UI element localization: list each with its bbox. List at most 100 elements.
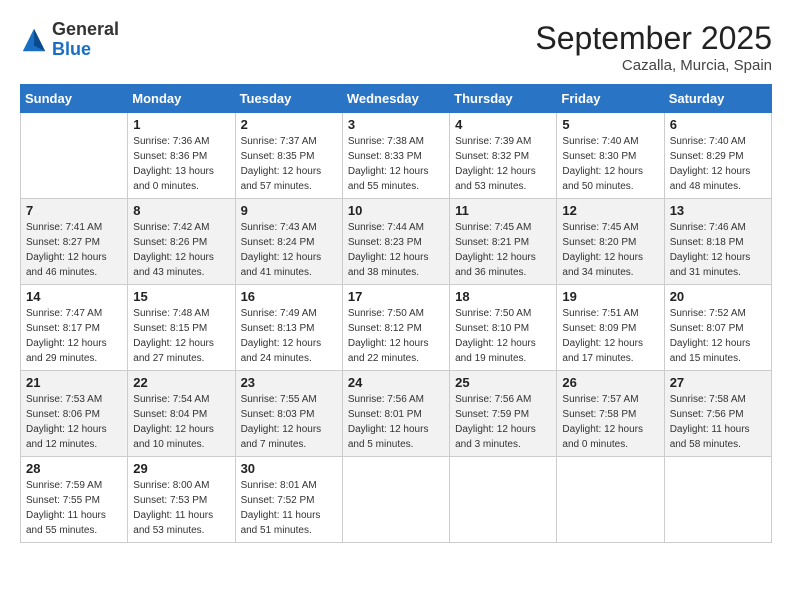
day-number: 29 xyxy=(133,461,229,476)
day-info: Sunrise: 7:46 AMSunset: 8:18 PMDaylight:… xyxy=(670,222,751,278)
header-friday: Friday xyxy=(557,85,664,113)
location: Cazalla, Murcia, Spain xyxy=(535,57,772,74)
day-info: Sunrise: 7:41 AMSunset: 8:27 PMDaylight:… xyxy=(26,222,107,278)
day-number: 2 xyxy=(241,117,337,132)
table-row: 26 Sunrise: 7:57 AMSunset: 7:58 PMDaylig… xyxy=(557,371,664,457)
day-info: Sunrise: 7:56 AMSunset: 7:59 PMDaylight:… xyxy=(455,394,536,450)
calendar-week-row: 7 Sunrise: 7:41 AMSunset: 8:27 PMDayligh… xyxy=(21,199,772,285)
day-number: 19 xyxy=(562,289,658,304)
table-row xyxy=(450,457,557,543)
day-number: 4 xyxy=(455,117,551,132)
table-row: 4 Sunrise: 7:39 AMSunset: 8:32 PMDayligh… xyxy=(450,113,557,199)
day-info: Sunrise: 7:40 AMSunset: 8:30 PMDaylight:… xyxy=(562,136,643,192)
header-sunday: Sunday xyxy=(21,85,128,113)
table-row: 24 Sunrise: 7:56 AMSunset: 8:01 PMDaylig… xyxy=(342,371,449,457)
table-row xyxy=(342,457,449,543)
day-info: Sunrise: 7:51 AMSunset: 8:09 PMDaylight:… xyxy=(562,308,643,364)
day-info: Sunrise: 7:50 AMSunset: 8:10 PMDaylight:… xyxy=(455,308,536,364)
day-number: 8 xyxy=(133,203,229,218)
day-info: Sunrise: 7:40 AMSunset: 8:29 PMDaylight:… xyxy=(670,136,751,192)
day-number: 11 xyxy=(455,203,551,218)
month-title: September 2025 xyxy=(535,20,772,57)
table-row: 21 Sunrise: 7:53 AMSunset: 8:06 PMDaylig… xyxy=(21,371,128,457)
day-info: Sunrise: 7:49 AMSunset: 8:13 PMDaylight:… xyxy=(241,308,322,364)
table-row: 11 Sunrise: 7:45 AMSunset: 8:21 PMDaylig… xyxy=(450,199,557,285)
day-info: Sunrise: 7:59 AMSunset: 7:55 PMDaylight:… xyxy=(26,480,106,536)
logo-text: General Blue xyxy=(52,20,119,60)
header-saturday: Saturday xyxy=(664,85,771,113)
day-number: 17 xyxy=(348,289,444,304)
table-row: 19 Sunrise: 7:51 AMSunset: 8:09 PMDaylig… xyxy=(557,285,664,371)
day-info: Sunrise: 7:44 AMSunset: 8:23 PMDaylight:… xyxy=(348,222,429,278)
header-thursday: Thursday xyxy=(450,85,557,113)
table-row: 23 Sunrise: 7:55 AMSunset: 8:03 PMDaylig… xyxy=(235,371,342,457)
page-header: General Blue September 2025 Cazalla, Mur… xyxy=(20,20,772,74)
day-info: Sunrise: 7:50 AMSunset: 8:12 PMDaylight:… xyxy=(348,308,429,364)
day-number: 24 xyxy=(348,375,444,390)
table-row xyxy=(21,113,128,199)
table-row: 17 Sunrise: 7:50 AMSunset: 8:12 PMDaylig… xyxy=(342,285,449,371)
table-row: 10 Sunrise: 7:44 AMSunset: 8:23 PMDaylig… xyxy=(342,199,449,285)
day-info: Sunrise: 7:48 AMSunset: 8:15 PMDaylight:… xyxy=(133,308,214,364)
day-info: Sunrise: 7:39 AMSunset: 8:32 PMDaylight:… xyxy=(455,136,536,192)
day-info: Sunrise: 7:47 AMSunset: 8:17 PMDaylight:… xyxy=(26,308,107,364)
day-number: 30 xyxy=(241,461,337,476)
calendar-week-row: 28 Sunrise: 7:59 AMSunset: 7:55 PMDaylig… xyxy=(21,457,772,543)
day-number: 22 xyxy=(133,375,229,390)
day-number: 15 xyxy=(133,289,229,304)
day-number: 26 xyxy=(562,375,658,390)
header-wednesday: Wednesday xyxy=(342,85,449,113)
table-row: 20 Sunrise: 7:52 AMSunset: 8:07 PMDaylig… xyxy=(664,285,771,371)
day-info: Sunrise: 7:56 AMSunset: 8:01 PMDaylight:… xyxy=(348,394,429,450)
table-row: 12 Sunrise: 7:45 AMSunset: 8:20 PMDaylig… xyxy=(557,199,664,285)
table-row: 8 Sunrise: 7:42 AMSunset: 8:26 PMDayligh… xyxy=(128,199,235,285)
table-row xyxy=(664,457,771,543)
table-row: 1 Sunrise: 7:36 AMSunset: 8:36 PMDayligh… xyxy=(128,113,235,199)
day-info: Sunrise: 7:54 AMSunset: 8:04 PMDaylight:… xyxy=(133,394,214,450)
header-monday: Monday xyxy=(128,85,235,113)
table-row: 13 Sunrise: 7:46 AMSunset: 8:18 PMDaylig… xyxy=(664,199,771,285)
day-number: 6 xyxy=(670,117,766,132)
table-row: 6 Sunrise: 7:40 AMSunset: 8:29 PMDayligh… xyxy=(664,113,771,199)
day-info: Sunrise: 7:43 AMSunset: 8:24 PMDaylight:… xyxy=(241,222,322,278)
table-row: 9 Sunrise: 7:43 AMSunset: 8:24 PMDayligh… xyxy=(235,199,342,285)
day-info: Sunrise: 8:01 AMSunset: 7:52 PMDaylight:… xyxy=(241,480,321,536)
table-row: 29 Sunrise: 8:00 AMSunset: 7:53 PMDaylig… xyxy=(128,457,235,543)
day-number: 20 xyxy=(670,289,766,304)
logo-general: General xyxy=(52,20,119,40)
day-info: Sunrise: 7:37 AMSunset: 8:35 PMDaylight:… xyxy=(241,136,322,192)
title-block: September 2025 Cazalla, Murcia, Spain xyxy=(535,20,772,74)
day-info: Sunrise: 7:58 AMSunset: 7:56 PMDaylight:… xyxy=(670,394,750,450)
day-info: Sunrise: 7:36 AMSunset: 8:36 PMDaylight:… xyxy=(133,136,214,192)
table-row: 14 Sunrise: 7:47 AMSunset: 8:17 PMDaylig… xyxy=(21,285,128,371)
logo-blue: Blue xyxy=(52,40,119,60)
table-row: 30 Sunrise: 8:01 AMSunset: 7:52 PMDaylig… xyxy=(235,457,342,543)
calendar-week-row: 14 Sunrise: 7:47 AMSunset: 8:17 PMDaylig… xyxy=(21,285,772,371)
day-info: Sunrise: 7:45 AMSunset: 8:21 PMDaylight:… xyxy=(455,222,536,278)
day-number: 28 xyxy=(26,461,122,476)
table-row: 16 Sunrise: 7:49 AMSunset: 8:13 PMDaylig… xyxy=(235,285,342,371)
day-number: 9 xyxy=(241,203,337,218)
day-number: 3 xyxy=(348,117,444,132)
table-row: 18 Sunrise: 7:50 AMSunset: 8:10 PMDaylig… xyxy=(450,285,557,371)
day-info: Sunrise: 8:00 AMSunset: 7:53 PMDaylight:… xyxy=(133,480,213,536)
day-number: 16 xyxy=(241,289,337,304)
day-number: 23 xyxy=(241,375,337,390)
day-number: 1 xyxy=(133,117,229,132)
day-number: 10 xyxy=(348,203,444,218)
day-number: 7 xyxy=(26,203,122,218)
day-info: Sunrise: 7:38 AMSunset: 8:33 PMDaylight:… xyxy=(348,136,429,192)
day-info: Sunrise: 7:57 AMSunset: 7:58 PMDaylight:… xyxy=(562,394,643,450)
table-row: 28 Sunrise: 7:59 AMSunset: 7:55 PMDaylig… xyxy=(21,457,128,543)
table-row: 22 Sunrise: 7:54 AMSunset: 8:04 PMDaylig… xyxy=(128,371,235,457)
calendar-header-row: Sunday Monday Tuesday Wednesday Thursday… xyxy=(21,85,772,113)
day-number: 18 xyxy=(455,289,551,304)
table-row: 2 Sunrise: 7:37 AMSunset: 8:35 PMDayligh… xyxy=(235,113,342,199)
table-row: 3 Sunrise: 7:38 AMSunset: 8:33 PMDayligh… xyxy=(342,113,449,199)
day-number: 12 xyxy=(562,203,658,218)
calendar-week-row: 1 Sunrise: 7:36 AMSunset: 8:36 PMDayligh… xyxy=(21,113,772,199)
day-info: Sunrise: 7:42 AMSunset: 8:26 PMDaylight:… xyxy=(133,222,214,278)
day-number: 5 xyxy=(562,117,658,132)
day-number: 21 xyxy=(26,375,122,390)
logo-icon xyxy=(20,26,48,54)
